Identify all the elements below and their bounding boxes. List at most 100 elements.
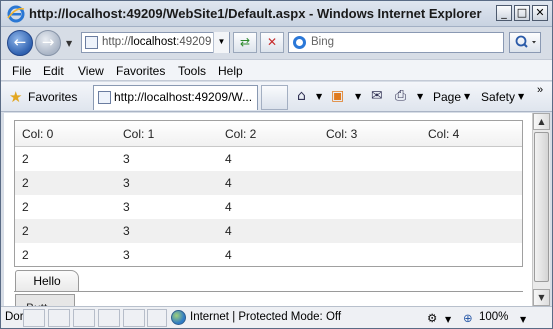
favorites-button[interactable]: Favorites [28, 90, 77, 104]
table-cell: 3 [123, 200, 130, 214]
safety-dropdown-icon[interactable]: ▼ [518, 92, 524, 101]
table-cell: 2 [22, 176, 29, 190]
search-button[interactable] [509, 32, 541, 53]
protected-mode-icon[interactable]: ⚙ [427, 311, 437, 325]
mail-icon[interactable]: ✉ [371, 88, 383, 104]
favorites-star-icon[interactable]: ★ [9, 88, 22, 106]
page-dropdown-icon[interactable]: ▼ [464, 92, 470, 101]
zoom-dropdown-icon[interactable]: ▼ [520, 315, 526, 324]
table-row[interactable]: 2 3 4 [15, 243, 522, 267]
browser-tab[interactable]: http://localhost:49209/W... [93, 85, 258, 110]
address-toolbar: ← → ▼ http://localhost:49209 ▼ ⇄ ✕ Bing [1, 28, 552, 59]
forward-button[interactable]: → [35, 30, 61, 56]
table-row[interactable]: 2 3 4 [15, 147, 522, 171]
address-input[interactable]: http://localhost:49209 [81, 32, 230, 53]
feeds-icon[interactable]: ▣ [331, 88, 344, 104]
close-button[interactable]: ✕ [532, 5, 548, 21]
table-cell: 3 [123, 224, 130, 238]
table-cell: 4 [225, 176, 232, 190]
table-row[interactable]: 2 3 4 [15, 195, 522, 219]
recent-pages-dropdown-icon[interactable]: ▼ [66, 39, 72, 48]
table-cell: 3 [123, 152, 130, 166]
magnifier-icon [515, 35, 536, 48]
menu-edit[interactable]: Edit [43, 64, 64, 78]
internet-zone-icon [171, 310, 186, 325]
table-cell: 4 [225, 152, 232, 166]
status-pane [147, 309, 167, 327]
table-cell: 3 [123, 176, 130, 190]
bing-icon [293, 36, 306, 49]
column-header[interactable]: Col: 4 [428, 127, 459, 141]
home-dropdown-icon[interactable]: ▼ [316, 92, 322, 101]
chevron-more-icon[interactable]: » [537, 84, 543, 96]
status-pane [123, 309, 145, 327]
ie-logo-icon [7, 5, 25, 23]
url-rest: :49209 [176, 36, 212, 48]
status-pane [73, 309, 95, 327]
tab-strip-divider [14, 291, 523, 292]
menu-file[interactable]: File [12, 64, 31, 78]
scrollbar-thumb[interactable] [534, 132, 549, 282]
tab-partial[interactable]: Butt [15, 294, 75, 306]
table-cell: 2 [22, 224, 29, 238]
column-header[interactable]: Col: 0 [22, 127, 53, 141]
scroll-down-icon[interactable]: ▼ [533, 289, 550, 306]
column-header[interactable]: Col: 2 [225, 127, 256, 141]
tab-title: http://localhost:49209/W... [114, 90, 253, 104]
feeds-dropdown-icon[interactable]: ▼ [355, 92, 361, 101]
page-viewport: Col: 0 Col: 1 Col: 2 Col: 3 Col: 4 2 3 4… [4, 113, 532, 306]
safety-menu[interactable]: Safety [481, 90, 515, 104]
zone-dropdown-icon[interactable]: ▼ [445, 315, 451, 324]
data-grid: Col: 0 Col: 1 Col: 2 Col: 3 Col: 4 2 3 4… [14, 120, 523, 267]
table-cell: 4 [225, 248, 232, 262]
stop-icon[interactable]: ✕ [260, 32, 284, 53]
table-cell: 2 [22, 248, 29, 262]
table-cell: 3 [123, 248, 130, 262]
scroll-up-icon[interactable]: ▲ [533, 113, 550, 130]
search-placeholder: Bing [311, 36, 335, 48]
print-icon[interactable]: ⎙ [395, 88, 406, 104]
page-menu[interactable]: Page [433, 90, 461, 104]
status-pane [98, 309, 120, 327]
grid-header: Col: 0 Col: 1 Col: 2 Col: 3 Col: 4 [15, 121, 522, 147]
menu-bar: File Edit View Favorites Tools Help [1, 59, 552, 81]
table-cell: 4 [225, 224, 232, 238]
search-input[interactable]: Bing [288, 32, 504, 53]
new-tab-button[interactable] [261, 85, 288, 110]
page-icon [85, 36, 98, 49]
zoom-level[interactable]: 100% [479, 311, 508, 323]
minimize-button[interactable]: _ [496, 5, 512, 21]
zoom-icon[interactable]: ⊕ [463, 311, 473, 325]
security-zone-text[interactable]: Internet | Protected Mode: Off [190, 311, 341, 323]
menu-view[interactable]: View [78, 64, 104, 78]
back-button[interactable]: ← [7, 30, 33, 56]
maximize-button[interactable]: □ [514, 5, 530, 21]
status-text: Dor [5, 311, 24, 323]
column-header[interactable]: Col: 3 [326, 127, 357, 141]
menu-help[interactable]: Help [218, 64, 243, 78]
url-prefix: http:// [102, 36, 131, 48]
menu-tools[interactable]: Tools [178, 64, 206, 78]
print-dropdown-icon[interactable]: ▼ [417, 92, 423, 101]
home-icon[interactable]: ⌂ [297, 88, 306, 104]
status-pane [48, 309, 70, 327]
table-cell: 2 [22, 152, 29, 166]
table-cell: 4 [225, 200, 232, 214]
menu-favorites[interactable]: Favorites [116, 64, 165, 78]
tab-page-icon [98, 91, 111, 104]
column-header[interactable]: Col: 1 [123, 127, 154, 141]
table-row[interactable]: 2 3 4 [15, 219, 522, 243]
status-bar: Dor Internet | Protected Mode: Off ⚙ ▼ ⊕… [1, 306, 552, 328]
favorites-bar: ★ Favorites http://localhost:49209/W... … [1, 82, 552, 112]
tab-hello[interactable]: Hello [15, 270, 79, 292]
status-pane [23, 309, 45, 327]
refresh-icon[interactable]: ⇄ [233, 32, 257, 53]
title-bar: http://localhost:49209/WebSite1/Default.… [1, 1, 552, 27]
ie-window: http://localhost:49209/WebSite1/Default.… [0, 0, 553, 329]
vertical-scrollbar[interactable]: ▲ ▼ [532, 113, 550, 306]
table-row[interactable]: 2 3 4 [15, 171, 522, 195]
url-host: localhost [130, 36, 177, 48]
table-cell: 2 [22, 200, 29, 214]
window-title: http://localhost:49209/WebSite1/Default.… [29, 6, 482, 21]
address-dropdown-icon[interactable]: ▼ [213, 32, 229, 53]
